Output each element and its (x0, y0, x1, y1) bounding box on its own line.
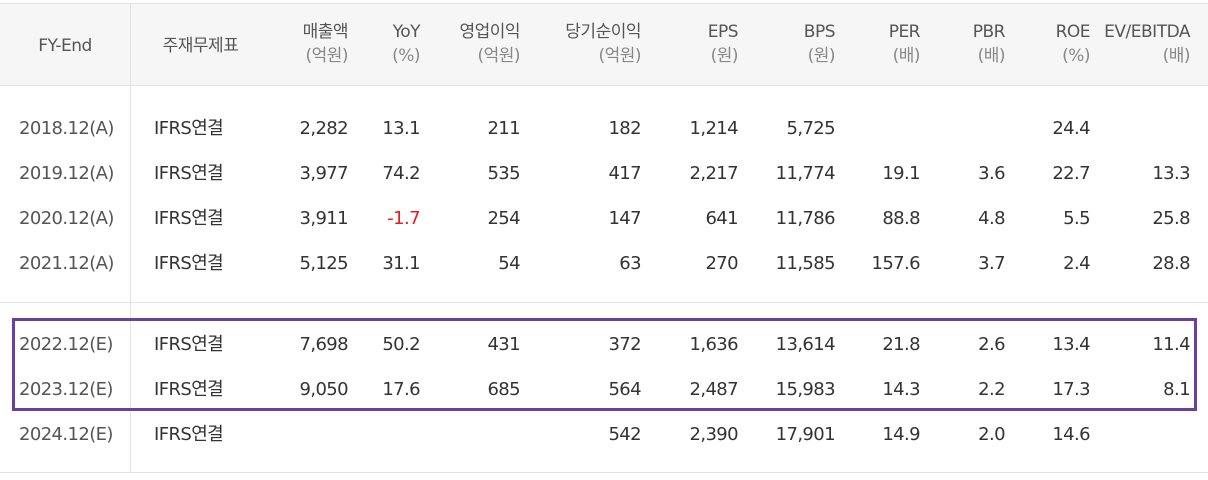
cell-ev: 28.8 (1152, 253, 1190, 274)
cell-basis: IFRS연결 (154, 208, 224, 229)
cell-roe: 22.7 (1052, 163, 1090, 184)
cell-op: 54 (498, 253, 520, 274)
cell-net: 542 (608, 424, 641, 445)
cell-yoy: 50.2 (382, 334, 420, 355)
cell-sales: 7,698 (299, 334, 348, 355)
cell-net: 182 (608, 118, 641, 139)
cell-pbr: 2.0 (978, 424, 1005, 445)
financial-summary-table: FY-End 주재무제표 매출액 (억원) YoY (%) 영업이익 (억원) 당기순… (0, 0, 1208, 480)
cell-pbr: 2.2 (978, 379, 1005, 400)
cell-roe: 13.4 (1052, 334, 1090, 355)
cell-bps: 17,901 (775, 424, 836, 445)
header-sales: 매출액 (억원) (302, 22, 349, 66)
header-roe: ROE (%) (1055, 22, 1091, 66)
cell-sales: 2,282 (299, 118, 348, 139)
cell-roe: 5.5 (1063, 208, 1090, 229)
divider (0, 85, 1208, 86)
cell-ev: 8.1 (1163, 379, 1190, 400)
cell-fy: 2023.12(E) (19, 379, 113, 400)
cell-bps: 13,614 (775, 334, 836, 355)
cell-bps: 11,774 (775, 163, 836, 184)
cell-eps: 2,390 (689, 424, 738, 445)
cell-pbr: 4.8 (978, 208, 1005, 229)
cell-basis: IFRS연결 (154, 424, 224, 445)
header-pbr: PBR (배) (972, 22, 1006, 66)
cell-eps: 641 (705, 208, 738, 229)
cell-net: 564 (608, 379, 641, 400)
cell-yoy: 74.2 (382, 163, 420, 184)
cell-sales: 3,911 (299, 208, 348, 229)
cell-per: 14.3 (882, 379, 920, 400)
header-bps: BPS (원) (803, 22, 836, 66)
cell-sales: 3,977 (299, 163, 348, 184)
cell-roe: 24.4 (1052, 118, 1090, 139)
cell-pbr: 2.6 (978, 334, 1005, 355)
cell-op: 254 (487, 208, 520, 229)
cell-yoy: 13.1 (382, 118, 420, 139)
cell-per: 21.8 (882, 334, 920, 355)
cell-ev: 13.3 (1152, 163, 1190, 184)
header-eps: EPS (원) (707, 22, 739, 66)
cell-per: 19.1 (882, 163, 920, 184)
cell-per: 88.8 (882, 208, 920, 229)
cell-yoy: -1.7 (387, 208, 420, 229)
cell-sales: 9,050 (299, 379, 348, 400)
header-ev-ebitda: EV/EBITDA (배) (1104, 22, 1190, 66)
cell-basis: IFRS연결 (154, 334, 224, 355)
cell-roe: 2.4 (1063, 253, 1090, 274)
cell-pbr: 3.7 (978, 253, 1005, 274)
divider (0, 472, 1208, 473)
header-basis: 주재무제표 (162, 36, 239, 56)
cell-bps: 11,585 (775, 253, 836, 274)
column-divider (130, 85, 131, 303)
divider (0, 3, 1208, 4)
cell-pbr: 3.6 (978, 163, 1005, 184)
header-operating-income: 영업이익 (억원) (459, 22, 520, 66)
cell-basis: IFRS연결 (154, 379, 224, 400)
cell-roe: 17.3 (1052, 379, 1090, 400)
cell-yoy: 17.6 (382, 379, 420, 400)
header-yoy: YoY (%) (392, 22, 420, 66)
cell-basis: IFRS연결 (154, 163, 224, 184)
cell-fy: 2021.12(A) (19, 253, 114, 274)
cell-net: 417 (608, 163, 641, 184)
cell-op: 535 (487, 163, 520, 184)
cell-basis: IFRS연결 (154, 253, 224, 274)
cell-bps: 11,786 (775, 208, 836, 229)
cell-eps: 2,217 (689, 163, 738, 184)
cell-basis: IFRS연결 (154, 118, 224, 139)
column-divider (130, 303, 131, 473)
cell-ev: 11.4 (1152, 334, 1190, 355)
cell-ev: 25.8 (1152, 208, 1190, 229)
cell-roe: 14.6 (1052, 424, 1090, 445)
cell-bps: 15,983 (775, 379, 836, 400)
cell-bps: 5,725 (786, 118, 835, 139)
header-fy-end: FY-End (38, 36, 92, 56)
cell-yoy: 31.1 (382, 253, 420, 274)
cell-fy: 2018.12(A) (19, 118, 114, 139)
cell-per: 14.9 (882, 424, 920, 445)
cell-net: 372 (608, 334, 641, 355)
header-net-income: 당기순이익 (억원) (565, 22, 641, 66)
cell-op: 431 (487, 334, 520, 355)
cell-eps: 2,487 (689, 379, 738, 400)
cell-fy: 2022.12(E) (19, 334, 113, 355)
cell-net: 147 (608, 208, 641, 229)
header-per: PER (배) (888, 22, 921, 66)
cell-op: 685 (487, 379, 520, 400)
cell-net: 63 (619, 253, 641, 274)
cell-sales: 5,125 (299, 253, 348, 274)
divider (0, 302, 1208, 303)
cell-fy: 2019.12(A) (19, 163, 114, 184)
cell-per: 157.6 (871, 253, 920, 274)
cell-fy: 2020.12(A) (19, 208, 114, 229)
cell-eps: 1,214 (689, 118, 738, 139)
cell-eps: 270 (705, 253, 738, 274)
cell-fy: 2024.12(E) (19, 424, 113, 445)
cell-eps: 1,636 (689, 334, 738, 355)
cell-op: 211 (487, 118, 520, 139)
